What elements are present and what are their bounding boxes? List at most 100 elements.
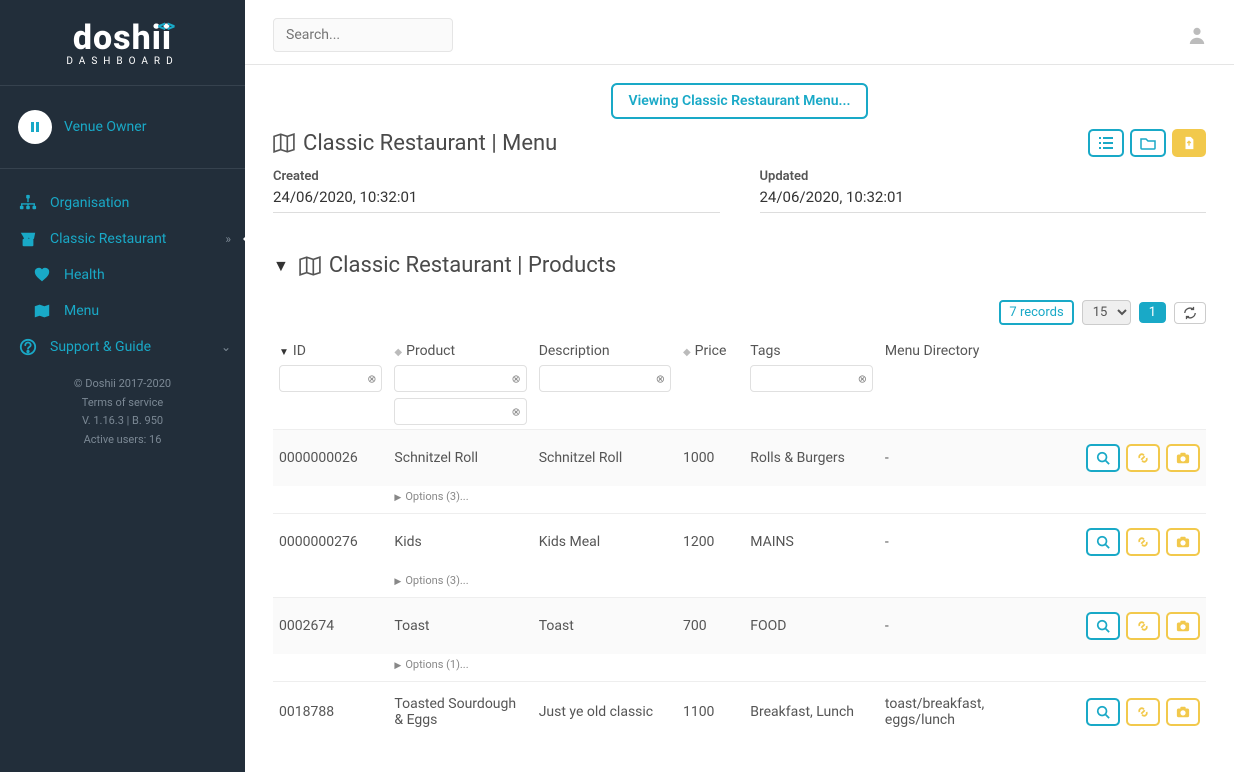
records-count: 7 records xyxy=(999,300,1073,325)
cell-price: 1100 xyxy=(677,682,744,743)
sidebar-item-menu[interactable]: Menu xyxy=(0,293,245,329)
camera-button[interactable] xyxy=(1166,444,1200,472)
cell-price: 700 xyxy=(677,598,744,655)
cell-id: 0018788 xyxy=(273,682,388,743)
camera-button[interactable] xyxy=(1166,612,1200,640)
cell-product: Schnitzel Roll xyxy=(388,430,532,487)
caret-down-icon: ▼ xyxy=(273,256,289,276)
sidebar-item-organisation[interactable]: Organisation xyxy=(0,185,245,221)
footer-terms-link[interactable]: Terms of service xyxy=(0,394,245,413)
brand-logo: doshii<> DASHBOARD xyxy=(0,0,245,77)
sidebar-item-health[interactable]: Health xyxy=(0,257,245,293)
heart-icon xyxy=(32,265,52,285)
cell-product: Toast xyxy=(388,598,532,655)
menu-section-title: Classic Restaurant | Menu xyxy=(273,131,557,156)
view-button[interactable] xyxy=(1086,444,1120,472)
link-button[interactable] xyxy=(1126,698,1160,726)
question-circle-icon xyxy=(18,337,38,357)
sort-icon: ◆ xyxy=(394,348,402,358)
upload-button[interactable] xyxy=(1172,129,1206,157)
sidebar-venue-owner[interactable]: Venue Owner xyxy=(0,102,245,152)
col-price-header[interactable]: ◆Price xyxy=(677,335,744,430)
options-row[interactable]: ▶ Options (3)... xyxy=(273,570,1206,598)
sidebar-item-restaurant[interactable]: Classic Restaurant » xyxy=(0,221,245,257)
cell-description: Just ye old classic xyxy=(533,682,677,743)
col-tags-header[interactable]: Tags ⊗ xyxy=(744,335,879,430)
sidebar-health-label: Health xyxy=(64,267,105,283)
options-row[interactable]: ▶Options (3)... xyxy=(273,486,1206,514)
clear-icon[interactable]: ⊗ xyxy=(511,405,520,418)
caret-right-icon: ▶ xyxy=(394,577,401,587)
cell-product: Toasted Sourdough & Eggs xyxy=(388,682,532,743)
view-button[interactable] xyxy=(1086,528,1120,556)
chevron-right-icon: » xyxy=(225,232,231,246)
clear-icon[interactable]: ⊗ xyxy=(367,372,376,385)
cell-menu-directory: - xyxy=(879,598,1033,655)
logo-accent-icon: <> xyxy=(158,16,176,35)
sidebar-menu-label: Menu xyxy=(64,303,99,319)
clear-icon[interactable]: ⊗ xyxy=(656,372,665,385)
sidebar-support-label: Support & Guide xyxy=(50,339,151,355)
view-button[interactable] xyxy=(1086,612,1120,640)
topbar xyxy=(245,0,1234,64)
col-description-header[interactable]: Description ⊗ xyxy=(533,335,677,430)
sidebar-venue-owner-label: Venue Owner xyxy=(64,119,146,135)
store-icon xyxy=(18,229,38,249)
table-row: 0000000026 Schnitzel Roll Schnitzel Roll… xyxy=(273,430,1206,487)
user-icon[interactable] xyxy=(1188,26,1206,44)
refresh-button[interactable] xyxy=(1174,302,1206,324)
cell-price: 1000 xyxy=(677,430,744,487)
sidebar: doshii<> DASHBOARD Venue Owner Organisat… xyxy=(0,0,245,772)
col-menudir-header[interactable]: Menu Directory xyxy=(879,335,1033,430)
table-row: 0018788 Toasted Sourdough & Eggs Just ye… xyxy=(273,682,1206,743)
filter-description-input[interactable] xyxy=(539,365,671,392)
footer-active-users: Active users: 16 xyxy=(0,431,245,450)
sort-desc-icon: ▼ xyxy=(279,348,289,358)
created-label: Created xyxy=(273,169,720,184)
sitemap-icon xyxy=(18,193,38,213)
link-button[interactable] xyxy=(1126,528,1160,556)
filter-tags-input[interactable] xyxy=(750,365,873,392)
clear-icon[interactable]: ⊗ xyxy=(858,372,867,385)
link-button[interactable] xyxy=(1126,612,1160,640)
options-row[interactable]: ▶Options (1)... xyxy=(273,654,1206,682)
products-section-title[interactable]: ▼ Classic Restaurant | Products xyxy=(245,225,1234,282)
viewing-notice: Viewing Classic Restaurant Menu... xyxy=(611,83,869,119)
cell-description: Kids Meal xyxy=(533,514,677,571)
filter-product-input[interactable] xyxy=(394,365,526,392)
chevron-down-icon: ⌄ xyxy=(221,340,231,354)
pause-icon xyxy=(18,110,52,144)
map-icon xyxy=(32,301,52,321)
options-label: Options (3)... xyxy=(405,574,468,587)
map-icon xyxy=(273,132,295,154)
cell-price: 1200 xyxy=(677,514,744,571)
footer-version: V. 1.16.3 | B. 950 xyxy=(0,412,245,431)
col-product-header[interactable]: ◆Product ⊗ ⊗ xyxy=(388,335,532,430)
cell-description: Toast xyxy=(533,598,677,655)
camera-button[interactable] xyxy=(1166,698,1200,726)
cell-tags: Rolls & Burgers xyxy=(744,430,879,487)
search-input[interactable] xyxy=(273,18,453,52)
folder-button[interactable] xyxy=(1130,129,1166,157)
link-button[interactable] xyxy=(1126,444,1160,472)
list-view-button[interactable] xyxy=(1088,129,1124,157)
page-size-select[interactable]: 15 xyxy=(1082,300,1131,325)
cell-tags: MAINS xyxy=(744,514,879,571)
caret-right-icon: ▶ xyxy=(394,493,401,503)
col-id-header[interactable]: ▼ID ⊗ xyxy=(273,335,388,430)
updated-label: Updated xyxy=(760,169,1207,184)
sidebar-item-support[interactable]: Support & Guide ⌄ xyxy=(0,329,245,365)
sidebar-organisation-label: Organisation xyxy=(50,195,129,211)
view-button[interactable] xyxy=(1086,698,1120,726)
clear-icon[interactable]: ⊗ xyxy=(511,372,520,385)
cell-description: Schnitzel Roll xyxy=(533,430,677,487)
cell-tags: FOOD xyxy=(744,598,879,655)
cell-menu-directory: - xyxy=(879,430,1033,487)
main-content: Viewing Classic Restaurant Menu... Class… xyxy=(245,0,1234,772)
filter-product-input-2[interactable] xyxy=(394,398,526,425)
table-row: 0002674 Toast Toast 700 FOOD - xyxy=(273,598,1206,655)
products-table: ▼ID ⊗ ◆Product ⊗ ⊗ Description ⊗ ◆Price xyxy=(273,335,1206,742)
page-number[interactable]: 1 xyxy=(1139,302,1166,323)
camera-button[interactable] xyxy=(1166,528,1200,556)
cell-id: 0000000276 xyxy=(273,514,388,571)
